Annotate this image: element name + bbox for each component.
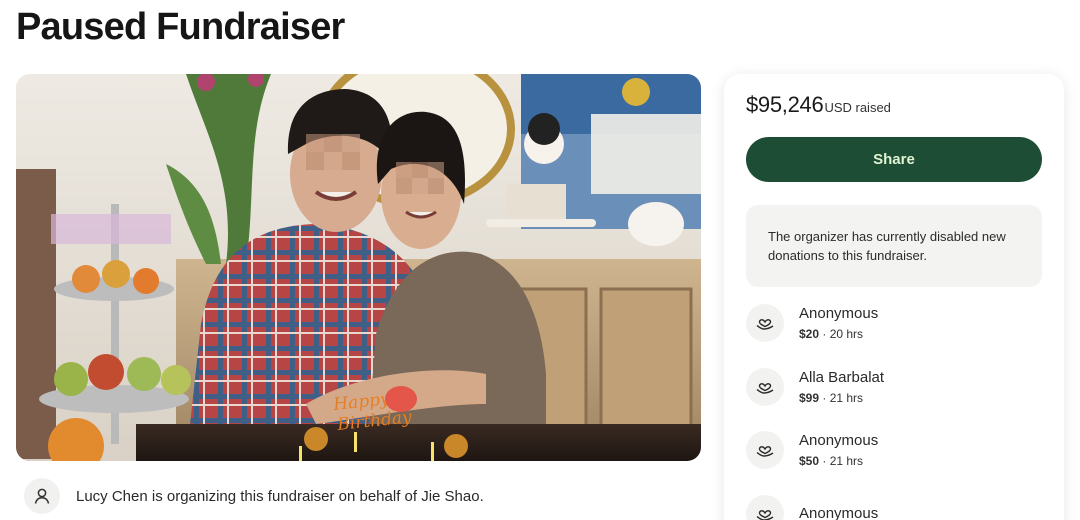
donor-name: Anonymous — [799, 431, 879, 449]
raised-amount: $95,246 — [746, 92, 824, 117]
donation-time: 21 hrs — [829, 453, 864, 468]
donation-sidebar: $95,246 USD raised Share The organizer h… — [724, 74, 1064, 520]
donation-amount: $20 — [799, 326, 820, 341]
donation-meta: $99 · 21 hrs — [799, 390, 864, 405]
donation-meta: $20 · 20 hrs — [799, 326, 864, 341]
donation-time: 20 hrs — [829, 326, 864, 341]
page-title: Paused Fundraiser — [16, 6, 345, 48]
fundraiser-photo-art: Happy Birthday — [16, 74, 701, 461]
fundraiser-photo[interactable]: Happy Birthday — [16, 74, 701, 461]
donation-meta: $50 · 21 hrs — [799, 453, 864, 468]
heart-hand-icon — [746, 431, 784, 469]
donor-name: Alla Barbalat — [799, 368, 885, 386]
donation-item: Anonymous $20 · 20 hrs — [746, 298, 1042, 348]
donation-item: Alla Barbalat $99 · 21 hrs — [746, 362, 1042, 412]
raised-suffix: USD raised — [824, 100, 891, 115]
heart-hand-icon — [746, 304, 784, 342]
donation-amount: $99 — [799, 390, 820, 405]
donations-disabled-notice: The organizer has currently disabled new… — [746, 205, 1042, 287]
donor-name: Anonymous — [799, 505, 879, 520]
share-button[interactable]: Share — [746, 137, 1042, 182]
donation-item: Anonymous $50 · 21 hrs — [746, 425, 1042, 475]
organizer-text: Lucy Chen is organizing this fundraiser … — [76, 487, 484, 505]
donation-amount: $50 — [799, 453, 820, 468]
organizer-line: Lucy Chen is organizing this fundraiser … — [24, 476, 484, 516]
donation-item: Anonymous — [746, 489, 1042, 520]
person-icon — [24, 478, 60, 514]
heart-hand-icon — [746, 368, 784, 406]
raised-summary: $95,246 USD raised — [746, 92, 891, 118]
heart-hand-icon — [746, 495, 784, 520]
donor-name: Anonymous — [799, 304, 879, 322]
donation-time: 21 hrs — [829, 390, 864, 405]
fundraiser-page: Paused Fundraiser Happy Birthday Lucy Ch… — [0, 0, 1080, 520]
